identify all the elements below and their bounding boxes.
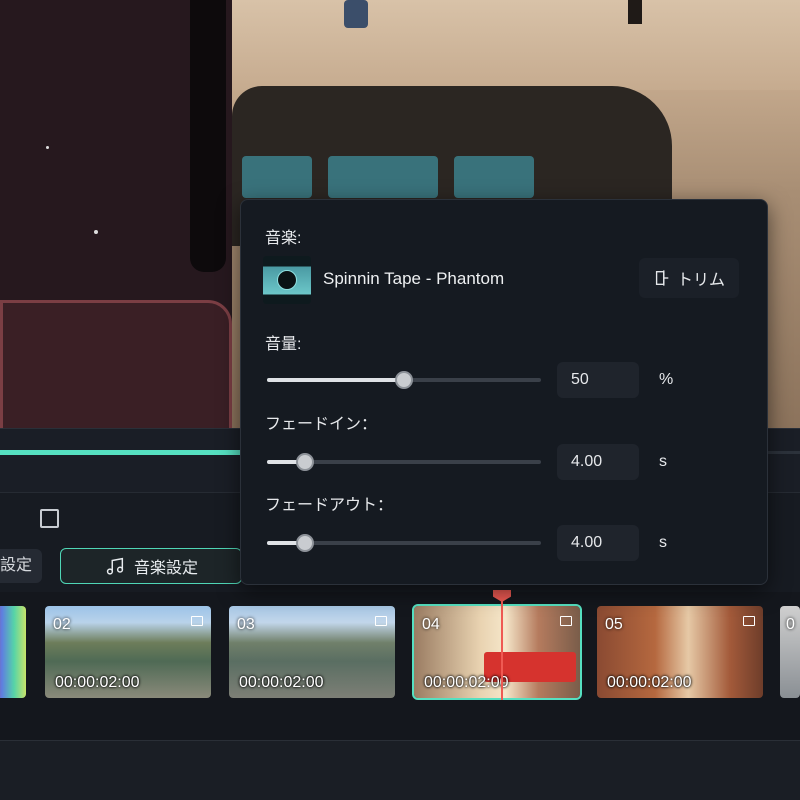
clip-number: 05	[605, 616, 623, 633]
music-note-icon	[106, 557, 124, 575]
film-icon	[743, 616, 755, 626]
preview-light-dot	[94, 230, 98, 234]
fade-in-unit: s	[659, 453, 667, 470]
timeline: 02 00:00:02:00 03 00:00:02:00 04 00:00:0…	[0, 590, 800, 800]
preview-car-window	[454, 156, 534, 198]
clip-number: 0	[786, 616, 795, 633]
trim-icon	[655, 270, 669, 286]
preview-bollard	[628, 0, 642, 24]
timeline-track-area	[0, 740, 800, 800]
fade-in-label: フェードイン：	[265, 416, 378, 433]
playhead-line[interactable]	[501, 600, 503, 700]
preview-light-dot	[46, 146, 49, 149]
preview-pedestrian	[344, 0, 368, 28]
film-icon	[560, 616, 572, 626]
preview-left-scene	[0, 0, 232, 428]
music-disc-icon	[277, 270, 297, 290]
fade-out-slider-knob[interactable]	[296, 534, 315, 552]
volume-slider[interactable]	[267, 371, 541, 389]
preview-car-window	[242, 156, 312, 198]
music-label: 音楽:	[265, 230, 302, 247]
fade-in-slider-knob[interactable]	[296, 453, 315, 471]
clip-number: 02	[53, 616, 71, 633]
clip-number: 04	[422, 616, 440, 633]
preview-car-window	[328, 156, 438, 198]
fade-out-unit: s	[659, 534, 667, 551]
music-settings-button[interactable]: 音楽設定	[60, 548, 242, 584]
playback-progress-fill	[0, 450, 240, 455]
clip-duration: 00:00:02:00	[607, 674, 692, 691]
fade-out-value-input[interactable]: 4.00	[557, 525, 639, 561]
clip-duration: 00:00:02:00	[55, 674, 140, 691]
film-icon	[375, 616, 387, 626]
preview-seat-shape	[0, 300, 232, 428]
clip-number: 03	[237, 616, 255, 633]
clip-duration: 00:00:02:00	[239, 674, 324, 691]
volume-value-input[interactable]: 50	[557, 362, 639, 398]
editor-window: 設定 音楽設定 02 00:00:02:00 03 00:00:02:00 04	[0, 0, 800, 800]
volume-label: 音量:	[265, 336, 302, 353]
volume-unit: %	[659, 371, 674, 388]
clip-thumbnail[interactable]: 05 00:00:02:00	[597, 606, 763, 698]
clip-thumbnail-partial[interactable]: 0	[780, 606, 800, 698]
film-icon	[191, 616, 203, 626]
fade-in-value-input[interactable]: 4.00	[557, 444, 639, 480]
preview-dark-frame	[190, 0, 226, 272]
clip-thumbnail[interactable]: 02 00:00:02:00	[45, 606, 211, 698]
track-thumbnail	[263, 256, 311, 304]
clip-thumbnail-partial[interactable]	[0, 606, 26, 698]
volume-slider-knob[interactable]	[395, 371, 413, 389]
volume-slider-fill	[267, 378, 404, 382]
music-settings-label: 音楽設定	[133, 560, 198, 577]
settings-button[interactable]: 設定	[0, 549, 42, 583]
clip-thumbnail-selected[interactable]: 04 00:00:02:00	[412, 604, 582, 700]
toolbar-checkbox[interactable]	[40, 509, 59, 528]
clip-duration: 00:00:02:00	[424, 674, 509, 691]
clip-thumbnail[interactable]: 03 00:00:02:00	[229, 606, 395, 698]
track-name: Spinnin Tape - Phantom	[323, 269, 505, 288]
fade-out-slider[interactable]	[267, 534, 541, 552]
trim-button[interactable]: トリム	[639, 258, 739, 298]
music-settings-popup: 音楽: Spinnin Tape - Phantom トリム 音量: 50 % …	[240, 199, 768, 585]
fade-in-slider[interactable]	[267, 453, 541, 471]
fade-out-label: フェードアウト：	[265, 497, 394, 514]
preview-road	[232, 0, 800, 90]
trim-label: トリム	[676, 272, 725, 289]
